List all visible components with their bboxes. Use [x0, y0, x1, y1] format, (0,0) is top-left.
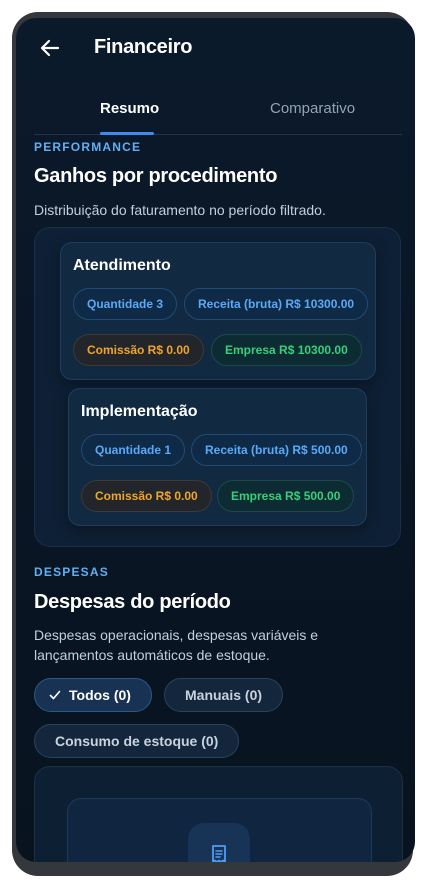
expenses-section-title: Despesas do período: [34, 591, 231, 613]
filter-chip-label: Todos (0): [69, 687, 131, 703]
filter-chip-manuais[interactable]: Manuais (0): [164, 678, 284, 712]
performance-section-description: Distribuição do faturamento no período f…: [34, 202, 326, 218]
performance-section-title: Ganhos por procedimento: [34, 165, 278, 187]
expenses-section-label: DESPESAS: [34, 565, 109, 579]
gross-revenue-badge: Receita (bruta) R$ 500.00: [191, 434, 362, 466]
company-badge: Empresa R$ 500.00: [217, 480, 355, 512]
expenses-section-description: Despesas operacionais, despesas variávei…: [34, 627, 319, 663]
app-screen: Financeiro Resumo Comparativo PERFORMANC…: [16, 18, 415, 862]
app-bar: Financeiro: [16, 18, 415, 80]
commission-badge: Comissão R$ 0.00: [81, 480, 212, 512]
procedure-name: Atendimento: [73, 257, 171, 274]
procedure-card-atendimento: Atendimento Quantidade 3 Receita (bruta)…: [60, 242, 376, 380]
receipt-icon: [212, 845, 226, 862]
commission-badge: Comissão R$ 0.00: [73, 334, 204, 366]
active-tab-indicator: [100, 132, 154, 135]
expenses-empty-state-card: [34, 766, 403, 862]
performance-card: Atendimento Quantidade 3 Receita (bruta)…: [34, 227, 401, 547]
procedure-card-implementacao: Implementação Quantidade 1 Receita (brut…: [68, 388, 367, 526]
filter-chip-consumo-estoque[interactable]: Consumo de estoque (0): [34, 724, 240, 758]
page-title: Financeiro: [94, 36, 193, 58]
tab-comparativo[interactable]: Comparativo: [270, 100, 355, 117]
check-icon: [49, 690, 61, 700]
procedure-name: Implementação: [81, 403, 198, 420]
company-badge: Empresa R$ 10300.00: [211, 334, 362, 366]
empty-state-icon-container: [188, 823, 250, 862]
filter-chip-todos[interactable]: Todos (0): [34, 678, 152, 712]
back-arrow-icon[interactable]: [38, 36, 62, 60]
tab-resumo[interactable]: Resumo: [100, 100, 159, 117]
quantity-badge: Quantidade 1: [81, 434, 186, 466]
tab-bar: Resumo Comparativo: [34, 90, 402, 135]
empty-state-panel: [67, 798, 372, 862]
gross-revenue-badge: Receita (bruta) R$ 10300.00: [184, 288, 369, 320]
performance-section-label: PERFORMANCE: [34, 140, 142, 154]
quantity-badge: Quantidade 3: [73, 288, 178, 320]
